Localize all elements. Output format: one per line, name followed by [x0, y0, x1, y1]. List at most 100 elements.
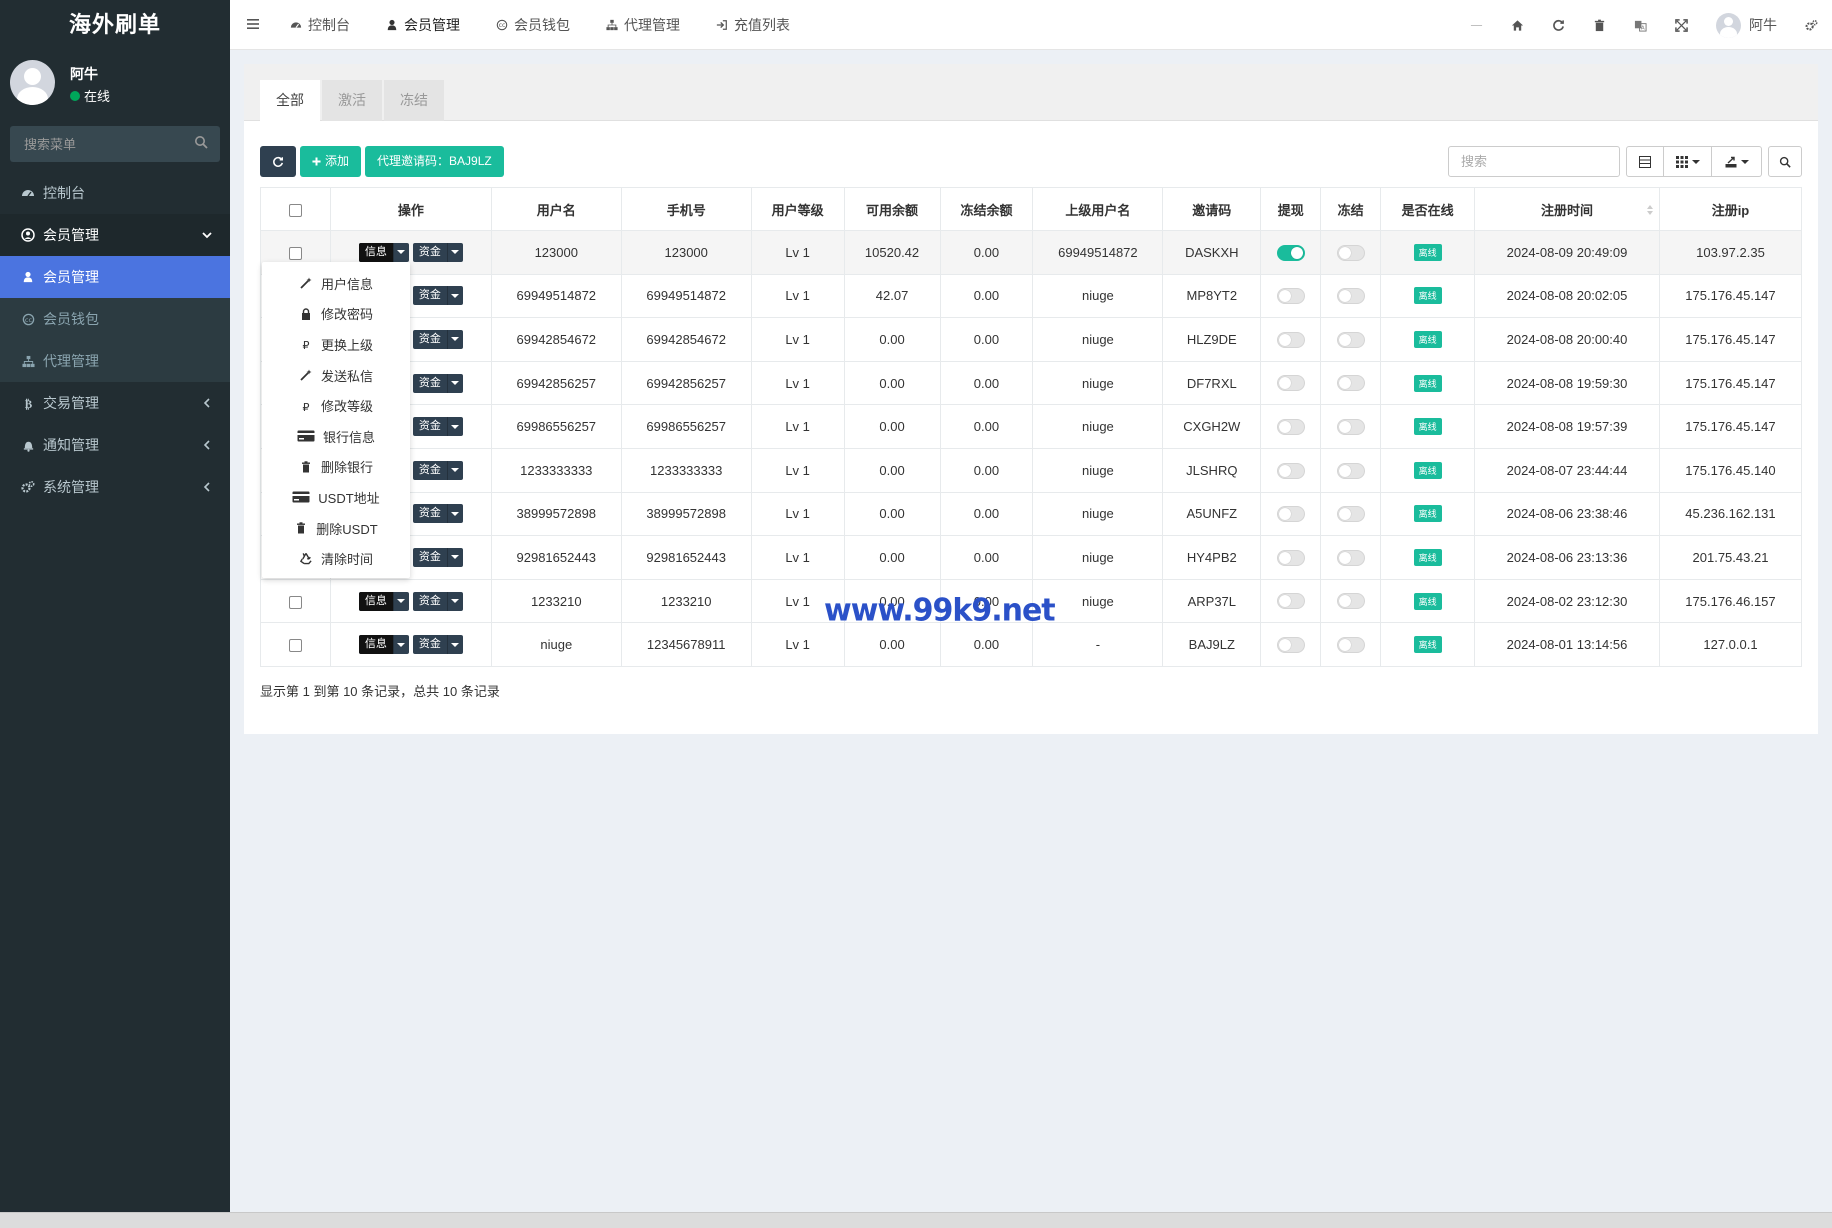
withdraw-toggle[interactable] — [1276, 418, 1305, 435]
freeze-toggle[interactable] — [1336, 418, 1365, 435]
funds-button-label[interactable]: 资金 — [413, 635, 447, 654]
settings-button[interactable] — [1791, 0, 1832, 50]
funds-split-button[interactable]: 资金 — [412, 417, 463, 437]
nav-tab-wallet[interactable]: cc 会员钱包 — [478, 0, 588, 50]
tab-frozen[interactable]: 冻结 — [384, 80, 444, 121]
nav-user-menu[interactable]: 阿牛 — [1702, 0, 1791, 50]
funds-button-label[interactable]: 资金 — [413, 461, 447, 480]
dropdown-item[interactable]: ₽ 修改等级 — [262, 390, 410, 421]
row-checkbox[interactable] — [288, 595, 302, 609]
sidebar-item-notifications[interactable]: 通知管理 — [0, 424, 230, 466]
nav-tab-recharge[interactable]: 充值列表 — [698, 0, 808, 50]
columns-button[interactable] — [1664, 146, 1712, 177]
search-button[interactable] — [1768, 146, 1802, 177]
sidebar-item-trade[interactable]: ₿ 交易管理 — [0, 382, 230, 424]
column-header[interactable]: 邀请码 — [1162, 187, 1262, 231]
withdraw-toggle[interactable] — [1276, 506, 1305, 523]
toggle-view-button[interactable] — [1626, 146, 1664, 177]
info-dropdown-toggle[interactable] — [392, 591, 409, 611]
hamburger-menu-icon[interactable] — [246, 17, 260, 31]
nav-tab-dashboard[interactable]: 控制台 — [272, 0, 368, 50]
freeze-toggle[interactable] — [1336, 462, 1365, 479]
select-all-checkbox[interactable] — [288, 203, 302, 217]
clear-cache-button[interactable] — [1579, 0, 1620, 50]
nav-tab-members[interactable]: 会员管理 — [368, 0, 478, 50]
funds-split-button[interactable]: 资金 — [412, 329, 463, 349]
funds-split-button[interactable]: 资金 — [412, 591, 463, 611]
dropdown-item[interactable]: 银行信息 — [262, 421, 410, 452]
funds-dropdown-toggle[interactable] — [446, 635, 463, 655]
info-split-button[interactable]: 信息 — [358, 242, 409, 262]
column-header[interactable]: 是否在线 — [1380, 187, 1476, 231]
info-button-label[interactable]: 信息 — [358, 242, 393, 262]
dropdown-item[interactable]: 删除银行 — [262, 452, 410, 483]
home-button[interactable] — [1497, 0, 1538, 50]
freeze-toggle[interactable] — [1336, 549, 1365, 566]
funds-dropdown-toggle[interactable] — [446, 460, 463, 480]
funds-button-label[interactable]: 资金 — [413, 548, 447, 567]
tab-active[interactable]: 激活 — [322, 80, 382, 121]
column-header[interactable]: 用户等级 — [750, 187, 845, 231]
funds-button-label[interactable]: 资金 — [413, 504, 447, 523]
freeze-toggle[interactable] — [1336, 288, 1365, 305]
withdraw-toggle[interactable] — [1276, 636, 1305, 653]
info-dropdown-toggle[interactable] — [392, 242, 409, 262]
column-header[interactable]: 可用余额 — [843, 187, 941, 231]
refresh-button[interactable] — [260, 146, 296, 177]
funds-dropdown-toggle[interactable] — [446, 373, 463, 393]
funds-button-label[interactable]: 资金 — [413, 417, 447, 436]
column-header[interactable]: 提现 — [1260, 187, 1322, 231]
funds-dropdown-toggle[interactable] — [446, 242, 463, 262]
funds-dropdown-toggle[interactable] — [446, 329, 463, 349]
funds-dropdown-toggle[interactable] — [446, 504, 463, 524]
column-header[interactable]: 上级用户名 — [1032, 187, 1164, 231]
funds-button-label[interactable]: 资金 — [413, 286, 447, 305]
column-header[interactable]: 冻结 — [1320, 187, 1382, 231]
freeze-toggle[interactable] — [1336, 636, 1365, 653]
funds-split-button[interactable]: 资金 — [412, 242, 463, 262]
funds-dropdown-toggle[interactable] — [446, 286, 463, 306]
info-split-button[interactable]: 信息 — [358, 635, 409, 655]
funds-button-label[interactable]: 资金 — [413, 330, 447, 349]
info-button-label[interactable]: 信息 — [358, 635, 393, 655]
freeze-toggle[interactable] — [1336, 506, 1365, 523]
tab-all[interactable]: 全部 — [260, 80, 320, 121]
dropdown-item[interactable]: USDT地址 — [262, 482, 410, 513]
dropdown-item[interactable]: 修改密码 — [262, 299, 410, 330]
dropdown-item[interactable]: 用户信息 — [262, 268, 410, 299]
freeze-toggle[interactable] — [1336, 593, 1365, 610]
row-checkbox[interactable] — [288, 246, 302, 260]
funds-split-button[interactable]: 资金 — [412, 547, 463, 567]
column-header[interactable]: 手机号 — [620, 187, 752, 231]
dropdown-item[interactable]: 发送私信 — [262, 360, 410, 391]
dropdown-item[interactable]: ₽ 更换上级 — [262, 329, 410, 360]
sidebar-search-input[interactable] — [10, 126, 220, 162]
funds-dropdown-toggle[interactable] — [446, 591, 463, 611]
language-button[interactable]: A — [1620, 0, 1661, 50]
sidebar-item-system[interactable]: 系统管理 — [0, 466, 230, 508]
funds-split-button[interactable]: 资金 — [412, 373, 463, 393]
column-header[interactable]: 冻结余额 — [939, 187, 1034, 231]
refresh-button[interactable] — [1538, 0, 1579, 50]
invite-code-button[interactable]: 代理邀请码：BAJ9LZ — [365, 146, 504, 177]
withdraw-toggle[interactable] — [1276, 549, 1305, 566]
freeze-toggle[interactable] — [1336, 375, 1365, 392]
minimize-button[interactable] — [1456, 0, 1497, 50]
column-header[interactable]: 注册ip — [1658, 187, 1803, 231]
withdraw-toggle[interactable] — [1276, 331, 1305, 348]
sidebar-item-members[interactable]: 会员管理 — [0, 214, 230, 256]
dropdown-item[interactable]: 清除时间 — [262, 543, 410, 574]
fullscreen-button[interactable] — [1661, 0, 1702, 50]
row-checkbox[interactable] — [288, 639, 302, 653]
withdraw-toggle[interactable] — [1276, 593, 1305, 610]
export-button[interactable] — [1712, 146, 1762, 177]
dropdown-item[interactable]: 删除USDT — [262, 513, 410, 544]
funds-button-label[interactable]: 资金 — [413, 243, 447, 262]
info-split-button[interactable]: 信息 — [358, 591, 409, 611]
withdraw-toggle[interactable] — [1276, 288, 1305, 305]
search-icon[interactable] — [194, 135, 208, 149]
funds-split-button[interactable]: 资金 — [412, 286, 463, 306]
column-header-sortable[interactable]: 注册时间 — [1474, 187, 1660, 231]
freeze-toggle[interactable] — [1336, 244, 1365, 261]
funds-button-label[interactable]: 资金 — [413, 592, 447, 611]
